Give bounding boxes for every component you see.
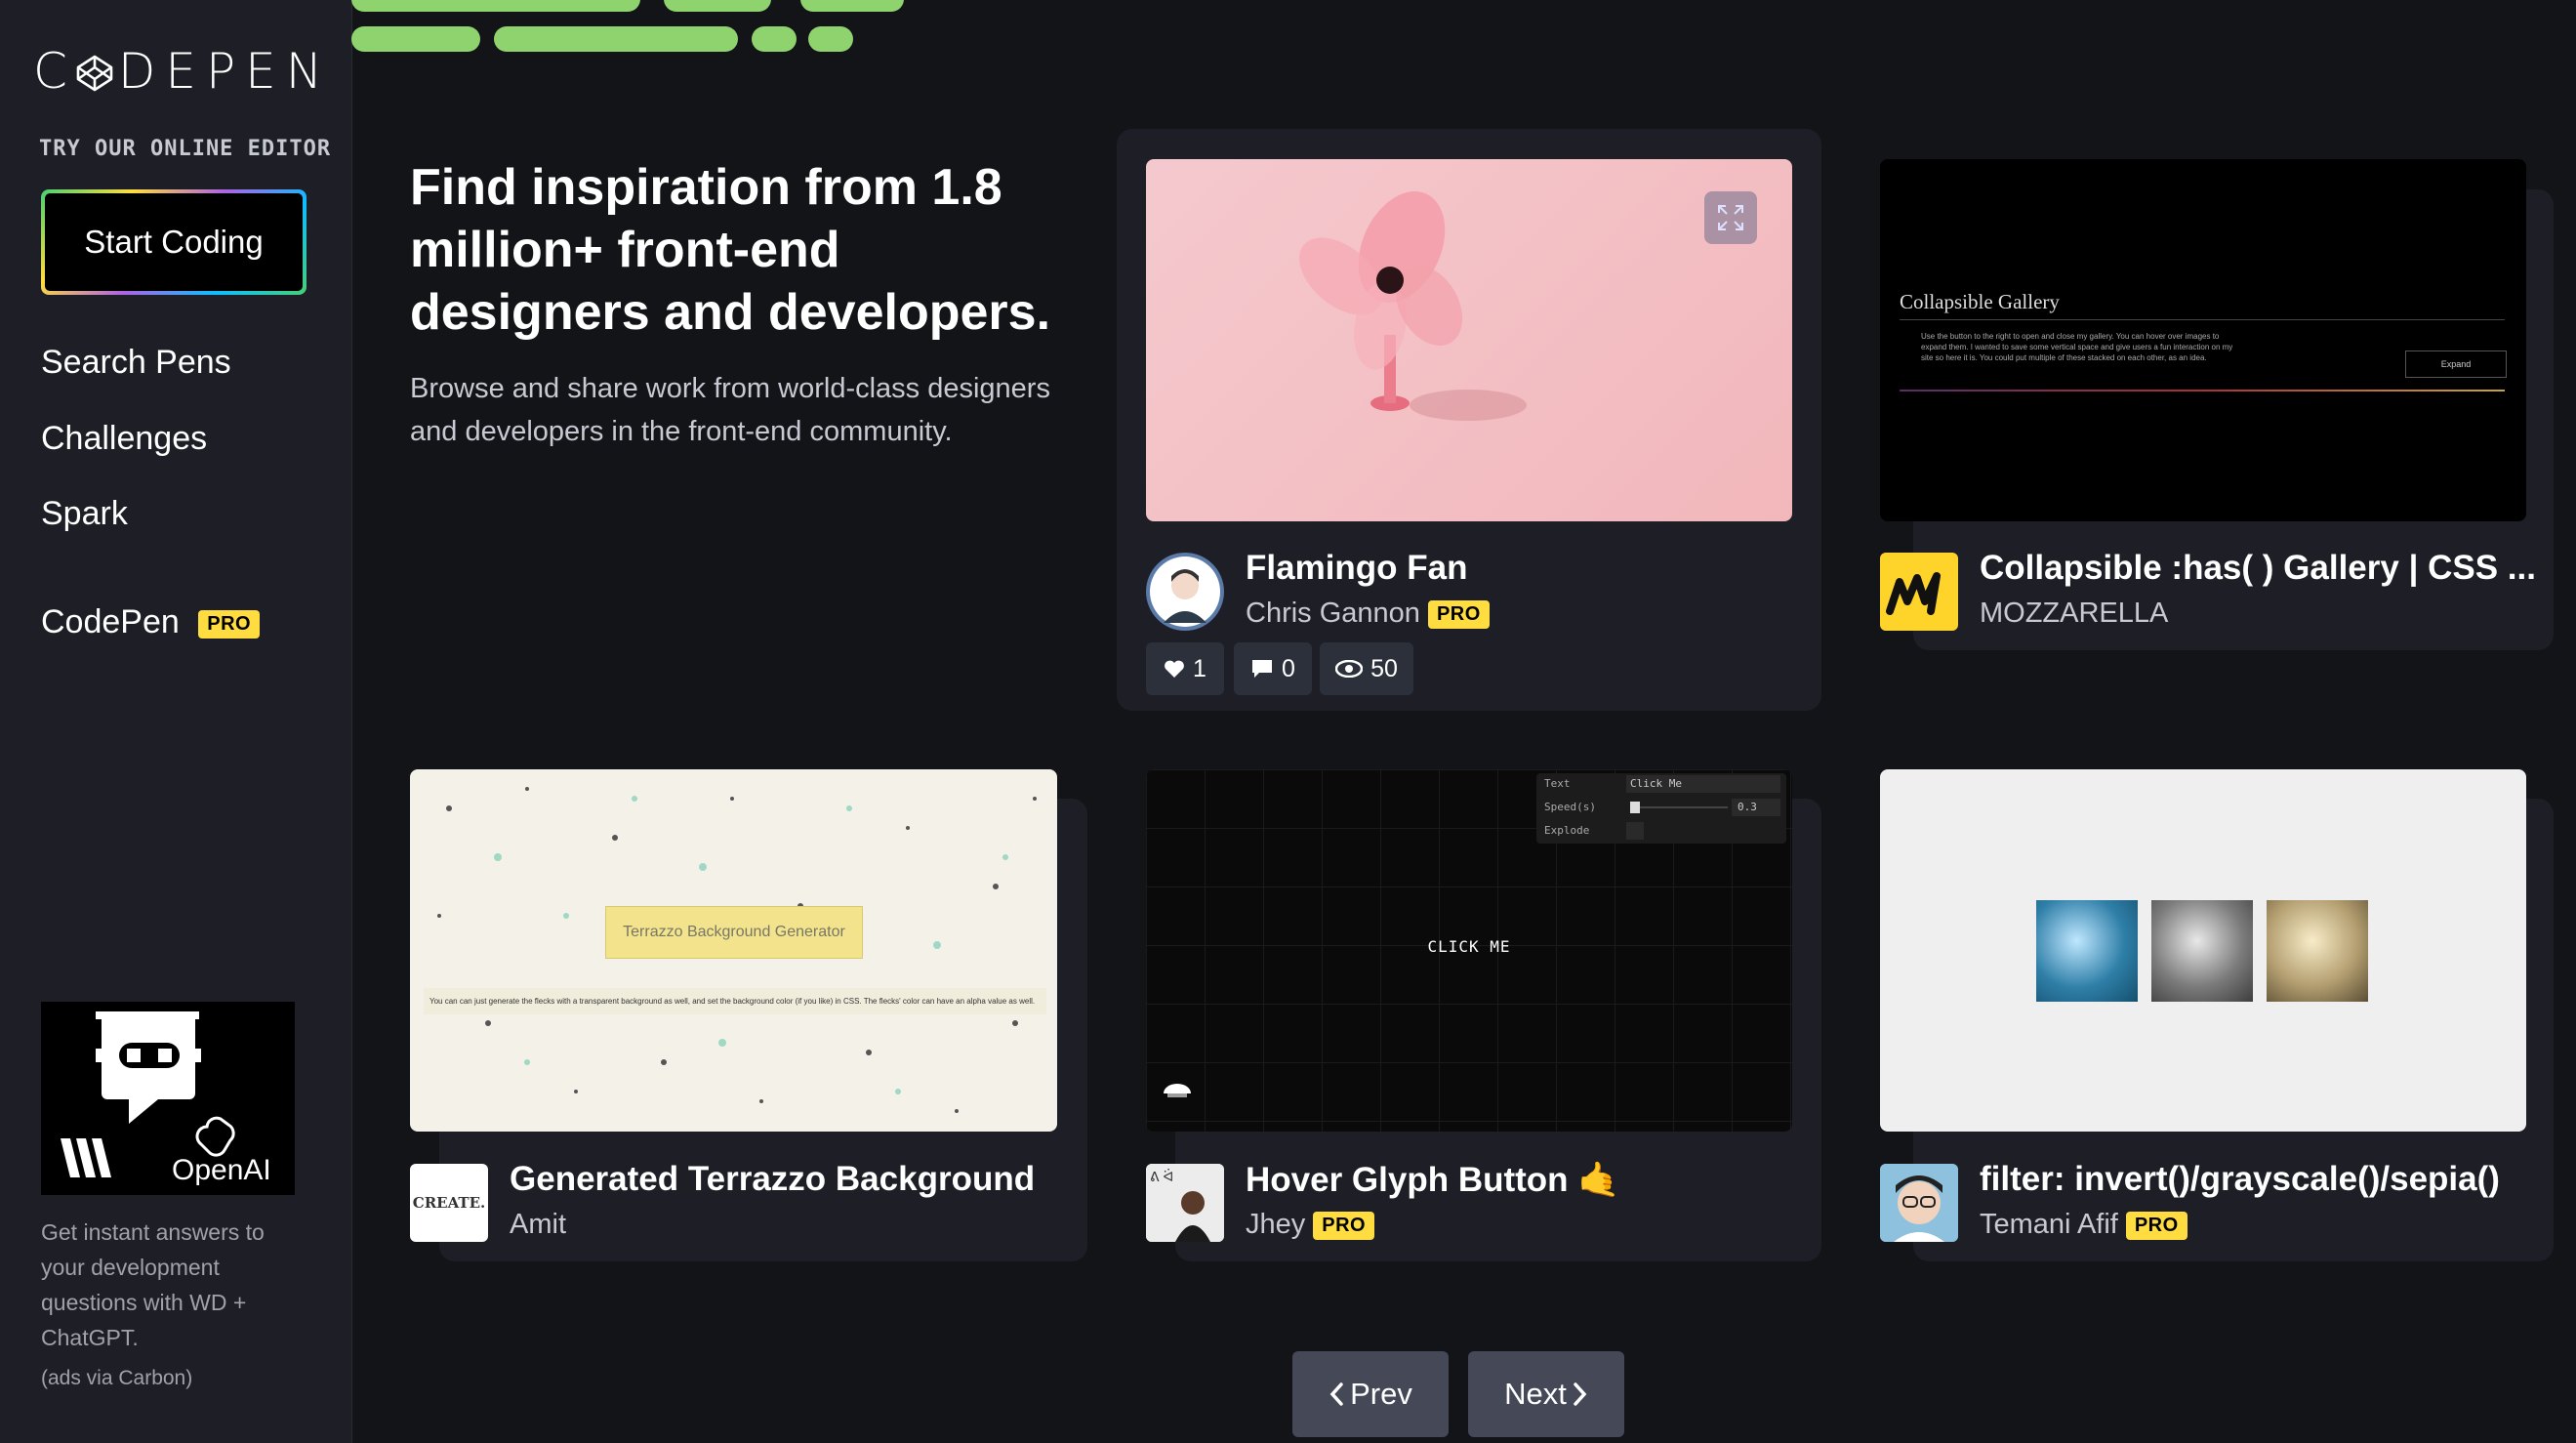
- decor-bar: [494, 26, 738, 52]
- try-editor-label: TRY OUR ONLINE EDITOR: [39, 137, 332, 161]
- controls-panel: Text Click Me Speed(s) 0.3 Explode: [1536, 773, 1786, 844]
- pen-author[interactable]: Chris Gannon PRO: [1246, 598, 1490, 630]
- avatar-temani-afif: [1880, 1164, 1958, 1242]
- image-grayscale: [2151, 900, 2253, 1002]
- next-label: Next: [1504, 1377, 1567, 1411]
- control-value: 0.3: [1732, 799, 1780, 816]
- pro-badge: PRO: [1427, 599, 1490, 629]
- decor-bar: [808, 26, 853, 52]
- decor-bar: [351, 26, 480, 52]
- image-sepia: [2267, 900, 2368, 1002]
- preview-label: Terrazzo Background Generator: [605, 906, 863, 959]
- codepen-pro-label: CodePen: [41, 603, 180, 640]
- svg-text:ᕕ ᐛ: ᕕ ᐛ: [1150, 1169, 1173, 1184]
- control-label: Speed(s): [1544, 801, 1596, 813]
- comment-button[interactable]: 0: [1234, 642, 1312, 695]
- start-coding-label: Start Coding: [45, 193, 303, 291]
- control-label: Text: [1544, 777, 1571, 790]
- pen-preview[interactable]: [1880, 769, 2526, 1132]
- pen-title[interactable]: Hover Glyph Button 🤙: [1246, 1160, 1620, 1200]
- avatar-jhey: ᕕ ᐛ: [1146, 1164, 1224, 1242]
- bear-logo-icon: [1164, 1084, 1191, 1097]
- sidebar: C DEPEN TRY OUR ONLINE EDITOR Start Codin…: [0, 0, 352, 1443]
- preview-heading: Collapsible Gallery: [1900, 290, 2060, 313]
- pen-title[interactable]: filter: invert()/grayscale()/sepia(): [1980, 1160, 2500, 1199]
- author-name: MOZZARELLA: [1980, 598, 2169, 629]
- next-button[interactable]: Next: [1468, 1351, 1624, 1437]
- explode-checkbox: [1626, 822, 1644, 840]
- pen-preview[interactable]: Text Click Me Speed(s) 0.3 Explode CLICK…: [1146, 769, 1792, 1132]
- pro-badge: PRO: [2125, 1211, 2188, 1240]
- flamingo-fan-illustration: [1299, 191, 1527, 421]
- decor-bar: [752, 26, 797, 52]
- author-name: Chris Gannon: [1246, 598, 1420, 629]
- avatar-chris-gannon: [1150, 557, 1220, 627]
- speed-slider-thumb: [1630, 802, 1640, 813]
- pen-title[interactable]: Collapsible :has( ) Gallery | CSS ...: [1980, 549, 2536, 588]
- divider: [1900, 319, 2505, 320]
- author-name: Amit: [510, 1209, 566, 1240]
- prev-button[interactable]: Prev: [1292, 1351, 1449, 1437]
- preview-expand-button: Expand: [2405, 350, 2507, 378]
- comment-icon: [1252, 660, 1273, 678]
- preview-click-me: CLICK ME: [1427, 937, 1511, 956]
- avatar-text: CREATE.: [412, 1194, 486, 1212]
- avatar[interactable]: [1880, 1164, 1958, 1242]
- pen-author[interactable]: MOZZARELLA: [1980, 598, 2168, 630]
- nav-challenges[interactable]: Challenges: [41, 420, 207, 458]
- pen-title[interactable]: Generated Terrazzo Background: [510, 1160, 1035, 1199]
- like-button[interactable]: 1: [1146, 642, 1224, 695]
- pro-badge: PRO: [198, 609, 261, 639]
- nav-search-pens[interactable]: Search Pens: [41, 344, 231, 382]
- pen-preview[interactable]: Terrazzo Background Generator You can ca…: [410, 769, 1057, 1132]
- chevron-right-icon: [1574, 1382, 1587, 1406]
- decor-bar: [351, 0, 640, 12]
- pen-author[interactable]: Amit: [510, 1209, 566, 1241]
- ads-via-carbon[interactable]: (ads via Carbon): [41, 1367, 192, 1390]
- author-name: Temani Afif: [1980, 1209, 2118, 1240]
- hero-title: Find inspiration from 1.8 million+ front…: [410, 159, 1051, 341]
- codepen-logo[interactable]: C DEPEN: [33, 43, 332, 100]
- carbon-ad-image[interactable]: OpenAI: [41, 1002, 295, 1195]
- chevron-left-icon: [1329, 1382, 1343, 1406]
- eye-icon: [1335, 660, 1364, 678]
- pen-preview[interactable]: Collapsible Gallery Use the button to th…: [1880, 159, 2526, 521]
- like-count: 1: [1193, 654, 1206, 682]
- pen-preview[interactable]: [1146, 159, 1792, 521]
- author-name: Jhey: [1246, 1209, 1306, 1240]
- ad-text[interactable]: Get instant answers to your development …: [41, 1215, 295, 1355]
- preview-body: Use the button to the right to open and …: [1921, 332, 2233, 362]
- pen-author[interactable]: Temani Afif PRO: [1980, 1209, 2188, 1241]
- mozzarella-logo-icon: [1886, 572, 1941, 615]
- control-label: Explode: [1544, 824, 1590, 837]
- expand-button[interactable]: [1704, 191, 1757, 244]
- gradient-line: [1900, 390, 2505, 392]
- hero-subtitle: Browse and share work from world-class d…: [410, 373, 1050, 447]
- pen-title[interactable]: Flamingo Fan: [1246, 549, 1468, 588]
- preview-note: You can can just generate the flecks wit…: [424, 988, 1046, 1014]
- heart-icon: [1165, 660, 1184, 678]
- pro-badge: PRO: [1313, 1211, 1375, 1240]
- avatar[interactable]: ᕕ ᐛ: [1146, 1164, 1224, 1242]
- start-coding-button[interactable]: Start Coding: [41, 189, 307, 295]
- avatar[interactable]: [1880, 553, 1958, 631]
- image-inverted: [2036, 900, 2138, 1002]
- avatar[interactable]: [1146, 553, 1224, 631]
- comment-count: 0: [1282, 654, 1295, 682]
- ad-brand: OpenAI: [172, 1154, 271, 1186]
- avatar[interactable]: CREATE.: [410, 1164, 488, 1242]
- decor-bar: [800, 0, 904, 12]
- nav-codepen-pro[interactable]: CodePen PRO: [41, 603, 261, 641]
- decor-bar: [664, 0, 771, 12]
- views-button[interactable]: 50: [1320, 642, 1413, 695]
- pen-author[interactable]: Jhey PRO: [1246, 1209, 1375, 1241]
- nav-spark[interactable]: Spark: [41, 495, 128, 533]
- prev-label: Prev: [1350, 1377, 1412, 1411]
- speed-slider-track: [1630, 806, 1728, 808]
- view-count: 50: [1370, 654, 1398, 682]
- codepen-cube-icon: [76, 55, 113, 92]
- control-value: Click Me: [1626, 775, 1780, 793]
- expand-icon: [1718, 205, 1743, 230]
